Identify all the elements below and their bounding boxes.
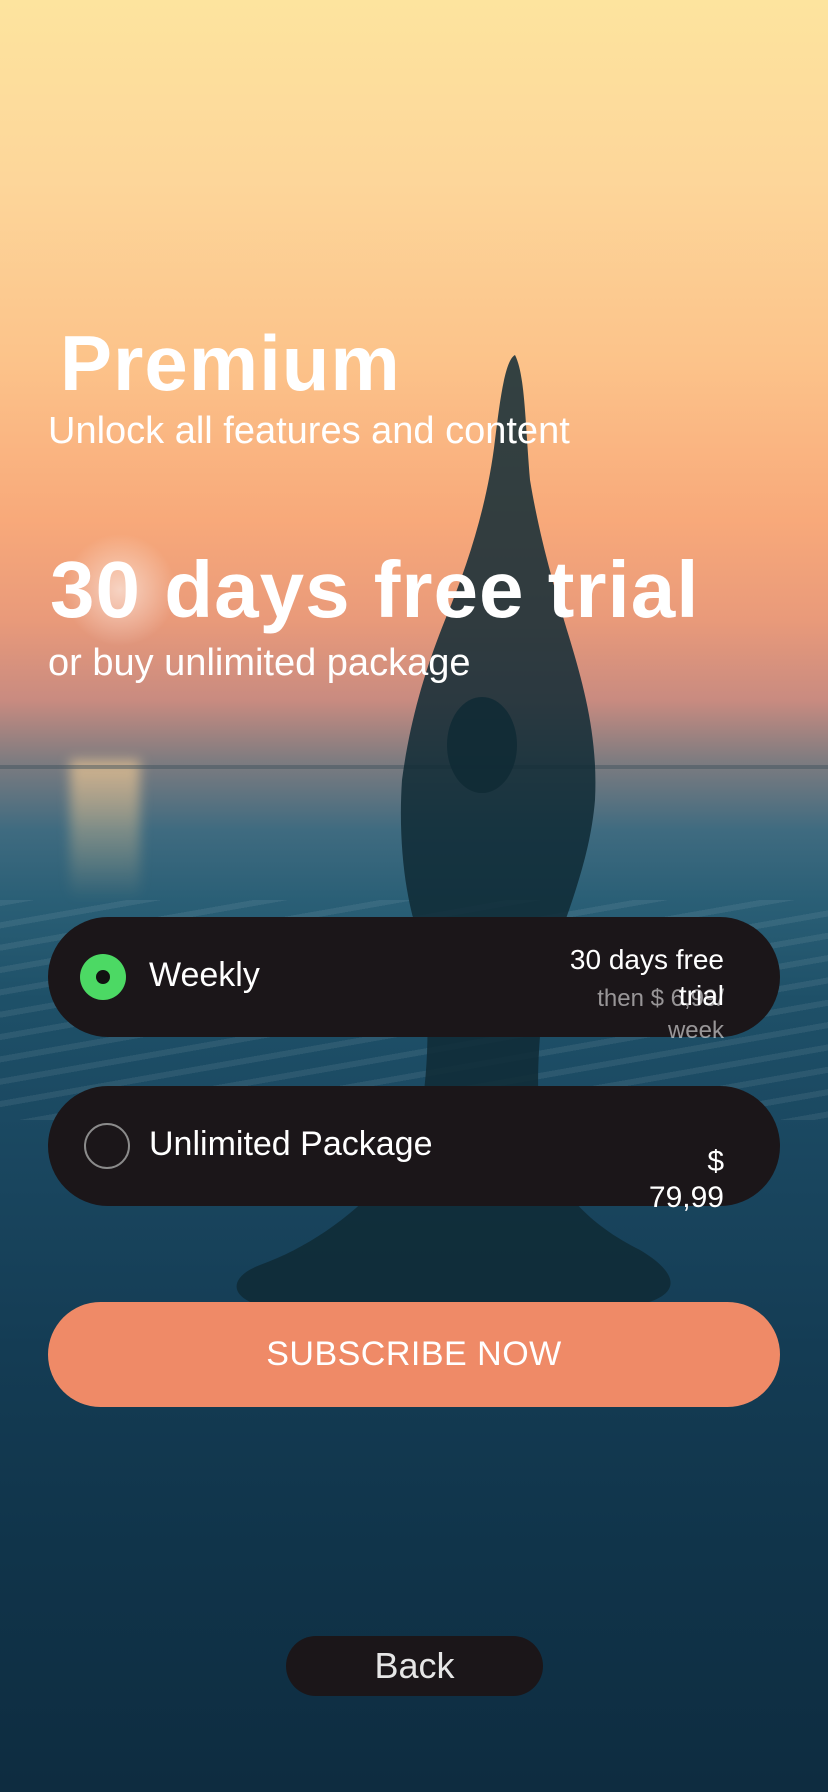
trial-subline: or buy unlimited package xyxy=(48,642,471,684)
plan-price-sub: then $ 6,99/ week xyxy=(597,985,724,1044)
page-title: Premium xyxy=(60,319,401,407)
plan-label: Weekly xyxy=(149,956,260,994)
back-button[interactable]: Back xyxy=(286,1636,543,1696)
radio-selected-icon[interactable] xyxy=(80,954,126,1000)
subscribe-button[interactable]: SUBSCRIBE NOW xyxy=(48,1302,780,1407)
plan-option-weekly[interactable]: Weekly 30 days free trial then $ 6,99/ w… xyxy=(48,917,780,1044)
trial-headline: 30 days free trial xyxy=(50,545,700,634)
plan-price-main: $ 79,99 xyxy=(648,1145,724,1214)
plan-label: Unlimited Package xyxy=(149,1125,433,1163)
plan-option-unlimited[interactable]: Unlimited Package $ 79,99 xyxy=(48,1086,780,1214)
paywall-screen: Premium Unlock all features and content … xyxy=(0,0,828,1792)
page-subtitle: Unlock all features and content xyxy=(48,410,570,452)
radio-unselected-icon[interactable] xyxy=(84,1123,130,1169)
